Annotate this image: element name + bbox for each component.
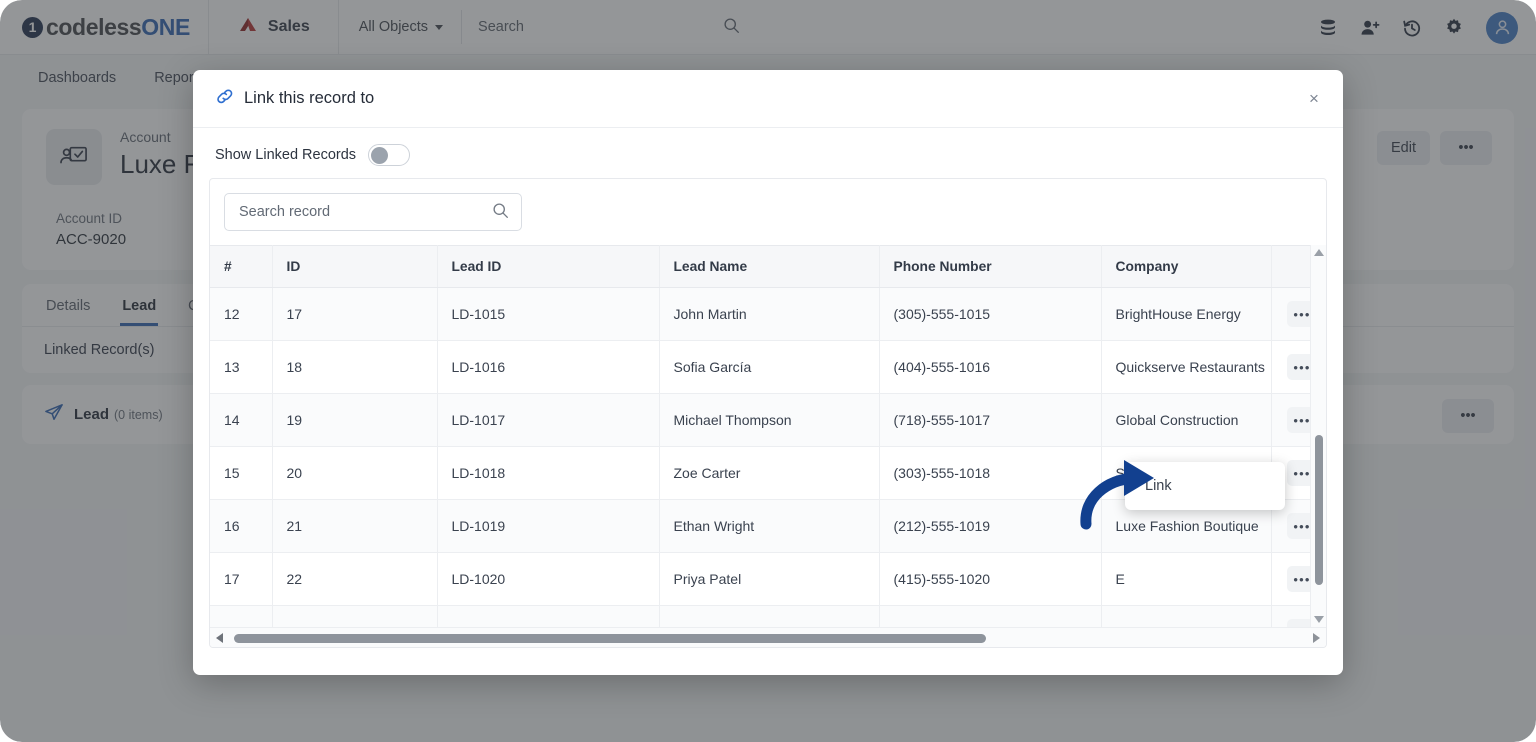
cell-lead-name: Zoe Carter [659,446,880,500]
modal-title: Link this record to [244,89,375,107]
cell-actions: ••• [1271,340,1310,394]
cell-lead-name: Sofia García [659,340,880,394]
cell-company: BrightHouse Energy [1101,287,1272,341]
search-record-placeholder: Search record [239,204,331,220]
cell-lead-name: Ayesha Khan [659,605,880,627]
menu-item-link[interactable]: Link [1145,478,1172,494]
cell-id: 19 [272,393,438,447]
column-header-number[interactable]: # [210,245,273,288]
search-icon [492,202,509,223]
column-header-actions [1271,245,1310,288]
row-more-button[interactable]: ••• [1287,513,1310,539]
show-linked-records-label: Show Linked Records [215,147,357,163]
row-more-button[interactable]: ••• [1287,407,1310,433]
modal-header: Link this record to × [193,70,1343,128]
column-header-lead-id[interactable]: Lead ID [437,245,660,288]
table-row[interactable]: 13 18 LD-1016 Sofia García (404)-555-1016 Qui… [210,340,1310,394]
horizontal-scroll-thumb[interactable] [234,634,986,643]
cell-number: 12 [210,287,273,341]
records-grid-wrapper: # ID Lead ID Lead Name Phone Number Comp… [210,245,1326,627]
table-row[interactable]: 1823LD-1021Ayesha Khan(313)-555-1021Apex… [210,605,1310,627]
records-table: # ID Lead ID Lead Name Phone Number Comp… [210,245,1310,627]
cell-id: 18 [272,340,438,394]
link-icon [215,87,235,110]
cell-number: 13 [210,340,273,394]
cell-lead-id: LD-1021 [437,605,660,627]
app-window: 1 codelessONE Sales All Objects Sea [0,0,1536,742]
cell-lead-id: LD-1018 [437,446,660,500]
cell-actions: ••• [1271,287,1310,341]
cell-lead-id: LD-1019 [437,499,660,553]
records-grid-scroll: # ID Lead ID Lead Name Phone Number Comp… [210,245,1310,627]
cell-number: 14 [210,393,273,447]
cell-number: 16 [210,499,273,553]
cell-lead-name: Michael Thompson [659,393,880,447]
row-more-button[interactable]: ••• [1287,566,1310,592]
row-more-button[interactable]: ••• [1287,619,1310,627]
cell-lead-id: LD-1015 [437,287,660,341]
cell-id: 20 [272,446,438,500]
cell-company: Apex Motors [1101,605,1272,627]
scroll-down-icon[interactable] [1313,616,1324,623]
cell-phone: (212)-555-1019 [879,499,1102,553]
cell-actions: ••• [1271,605,1310,627]
row-context-menu: Link [1125,462,1285,510]
cell-phone: (303)-555-1018 [879,446,1102,500]
cell-id: 23 [272,605,438,627]
toggle-knob [371,146,389,164]
scroll-up-icon[interactable] [1313,249,1324,256]
records-panel: Search record # ID Lead ID Lead Name Pho… [209,178,1327,648]
cell-number: 17 [210,552,273,606]
cell-phone: (718)-555-1017 [879,393,1102,447]
vertical-scroll-thumb[interactable] [1315,435,1323,585]
cell-id: 17 [272,287,438,341]
table-row[interactable]: 17 22 LD-1020 Priya Patel (415)-555-1020 E ••• [210,552,1310,606]
cell-phone: (305)-555-1015 [879,287,1102,341]
column-header-phone[interactable]: Phone Number [879,245,1102,288]
column-header-id[interactable]: ID [272,245,438,288]
cell-phone: (313)-555-1021 [879,605,1102,627]
table-row[interactable]: 12 17 LD-1015 John Martin (305)-555-1015 Brig… [210,287,1310,341]
cell-lead-id: LD-1020 [437,552,660,606]
cell-id: 21 [272,499,438,553]
cell-lead-id: LD-1017 [437,393,660,447]
show-linked-records-row: Show Linked Records [193,128,1343,178]
row-more-button[interactable]: ••• [1287,460,1310,486]
column-header-lead-name[interactable]: Lead Name [659,245,880,288]
record-search-row: Search record [210,179,1326,245]
link-record-modal: Link this record to × Show Linked Record… [193,70,1343,675]
search-record-input[interactable]: Search record [224,193,522,231]
records-table-body: 12 17 LD-1015 John Martin (305)-555-1015 Brig… [210,287,1310,627]
column-header-company[interactable]: Company [1101,245,1272,288]
cell-lead-name: Priya Patel [659,552,880,606]
cell-company: E [1101,552,1272,606]
cell-lead-name: John Martin [659,287,880,341]
cell-id: 22 [272,552,438,606]
horizontal-scrollbar[interactable] [210,627,1326,647]
cell-phone: (415)-555-1020 [879,552,1102,606]
close-icon[interactable]: × [1303,88,1325,110]
table-header-row: # ID Lead ID Lead Name Phone Number Comp… [210,245,1310,288]
vertical-scrollbar[interactable] [1310,245,1326,627]
row-more-button[interactable]: ••• [1287,354,1310,380]
cell-actions: ••• [1271,393,1310,447]
table-row[interactable]: 14 19 LD-1017 Michael Thompson (718)-555-101… [210,393,1310,447]
cell-company: Quickserve Restaurants [1101,340,1272,394]
cell-phone: (404)-555-1016 [879,340,1102,394]
cell-lead-id: LD-1016 [437,340,660,394]
row-more-button[interactable]: ••• [1287,301,1310,327]
scroll-left-icon[interactable] [216,632,223,643]
cell-company: Global Construction [1101,393,1272,447]
cell-number: 18 [210,605,273,627]
cell-lead-name: Ethan Wright [659,499,880,553]
cell-number: 15 [210,446,273,500]
cell-actions: ••• [1271,552,1310,606]
show-linked-records-toggle[interactable] [368,144,411,166]
scroll-right-icon[interactable] [1313,632,1320,643]
